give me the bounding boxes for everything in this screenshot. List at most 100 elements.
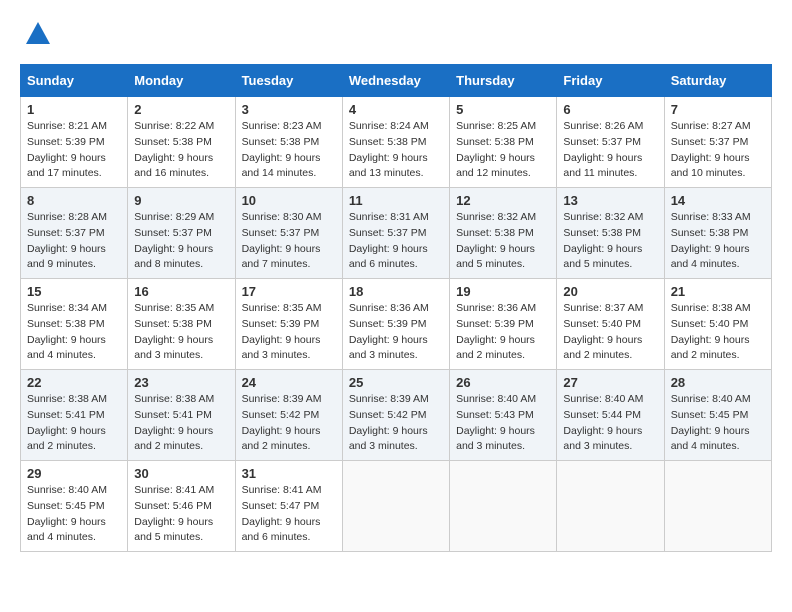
calendar-cell: 31 Sunrise: 8:41 AM Sunset: 5:47 PM Dayl… [235,461,342,552]
day-info: Sunrise: 8:31 AM Sunset: 5:37 PM Dayligh… [349,211,429,270]
calendar-cell: 22 Sunrise: 8:38 AM Sunset: 5:41 PM Dayl… [21,370,128,461]
logo [20,20,52,48]
day-info: Sunrise: 8:24 AM Sunset: 5:38 PM Dayligh… [349,120,429,179]
day-info: Sunrise: 8:38 AM Sunset: 5:40 PM Dayligh… [671,302,751,361]
day-number: 18 [349,284,443,299]
day-info: Sunrise: 8:34 AM Sunset: 5:38 PM Dayligh… [27,302,107,361]
day-number: 14 [671,193,765,208]
day-number: 11 [349,193,443,208]
day-number: 31 [242,466,336,481]
column-header-thursday: Thursday [450,65,557,97]
day-number: 20 [563,284,657,299]
day-info: Sunrise: 8:40 AM Sunset: 5:44 PM Dayligh… [563,393,643,452]
calendar-cell: 17 Sunrise: 8:35 AM Sunset: 5:39 PM Dayl… [235,279,342,370]
calendar-cell [557,461,664,552]
calendar-cell: 21 Sunrise: 8:38 AM Sunset: 5:40 PM Dayl… [664,279,771,370]
calendar-week-row: 1 Sunrise: 8:21 AM Sunset: 5:39 PM Dayli… [21,97,772,188]
calendar-cell: 8 Sunrise: 8:28 AM Sunset: 5:37 PM Dayli… [21,188,128,279]
day-number: 12 [456,193,550,208]
day-number: 13 [563,193,657,208]
day-info: Sunrise: 8:33 AM Sunset: 5:38 PM Dayligh… [671,211,751,270]
day-info: Sunrise: 8:41 AM Sunset: 5:46 PM Dayligh… [134,484,214,543]
calendar-week-row: 29 Sunrise: 8:40 AM Sunset: 5:45 PM Dayl… [21,461,772,552]
day-info: Sunrise: 8:27 AM Sunset: 5:37 PM Dayligh… [671,120,751,179]
day-info: Sunrise: 8:37 AM Sunset: 5:40 PM Dayligh… [563,302,643,361]
day-info: Sunrise: 8:22 AM Sunset: 5:38 PM Dayligh… [134,120,214,179]
day-number: 16 [134,284,228,299]
day-info: Sunrise: 8:32 AM Sunset: 5:38 PM Dayligh… [563,211,643,270]
day-info: Sunrise: 8:29 AM Sunset: 5:37 PM Dayligh… [134,211,214,270]
day-number: 10 [242,193,336,208]
day-number: 24 [242,375,336,390]
calendar-cell: 20 Sunrise: 8:37 AM Sunset: 5:40 PM Dayl… [557,279,664,370]
calendar-cell: 9 Sunrise: 8:29 AM Sunset: 5:37 PM Dayli… [128,188,235,279]
calendar-cell: 1 Sunrise: 8:21 AM Sunset: 5:39 PM Dayli… [21,97,128,188]
day-info: Sunrise: 8:38 AM Sunset: 5:41 PM Dayligh… [134,393,214,452]
calendar-cell: 15 Sunrise: 8:34 AM Sunset: 5:38 PM Dayl… [21,279,128,370]
day-info: Sunrise: 8:36 AM Sunset: 5:39 PM Dayligh… [349,302,429,361]
day-number: 1 [27,102,121,117]
calendar-cell: 23 Sunrise: 8:38 AM Sunset: 5:41 PM Dayl… [128,370,235,461]
day-number: 23 [134,375,228,390]
column-header-wednesday: Wednesday [342,65,449,97]
calendar-cell: 24 Sunrise: 8:39 AM Sunset: 5:42 PM Dayl… [235,370,342,461]
day-info: Sunrise: 8:35 AM Sunset: 5:38 PM Dayligh… [134,302,214,361]
day-info: Sunrise: 8:40 AM Sunset: 5:45 PM Dayligh… [671,393,751,452]
calendar-cell: 27 Sunrise: 8:40 AM Sunset: 5:44 PM Dayl… [557,370,664,461]
day-number: 15 [27,284,121,299]
day-number: 30 [134,466,228,481]
calendar-cell: 11 Sunrise: 8:31 AM Sunset: 5:37 PM Dayl… [342,188,449,279]
day-number: 3 [242,102,336,117]
day-number: 19 [456,284,550,299]
day-info: Sunrise: 8:36 AM Sunset: 5:39 PM Dayligh… [456,302,536,361]
column-header-tuesday: Tuesday [235,65,342,97]
day-number: 28 [671,375,765,390]
calendar-week-row: 8 Sunrise: 8:28 AM Sunset: 5:37 PM Dayli… [21,188,772,279]
calendar-cell [342,461,449,552]
calendar-cell: 16 Sunrise: 8:35 AM Sunset: 5:38 PM Dayl… [128,279,235,370]
column-header-friday: Friday [557,65,664,97]
day-info: Sunrise: 8:40 AM Sunset: 5:43 PM Dayligh… [456,393,536,452]
day-number: 5 [456,102,550,117]
calendar-week-row: 15 Sunrise: 8:34 AM Sunset: 5:38 PM Dayl… [21,279,772,370]
day-info: Sunrise: 8:25 AM Sunset: 5:38 PM Dayligh… [456,120,536,179]
page-header [20,20,772,48]
calendar-cell: 3 Sunrise: 8:23 AM Sunset: 5:38 PM Dayli… [235,97,342,188]
calendar-cell: 5 Sunrise: 8:25 AM Sunset: 5:38 PM Dayli… [450,97,557,188]
day-number: 27 [563,375,657,390]
day-info: Sunrise: 8:40 AM Sunset: 5:45 PM Dayligh… [27,484,107,543]
calendar-cell: 7 Sunrise: 8:27 AM Sunset: 5:37 PM Dayli… [664,97,771,188]
calendar-table: SundayMondayTuesdayWednesdayThursdayFrid… [20,64,772,552]
day-info: Sunrise: 8:39 AM Sunset: 5:42 PM Dayligh… [242,393,322,452]
day-info: Sunrise: 8:26 AM Sunset: 5:37 PM Dayligh… [563,120,643,179]
calendar-cell: 18 Sunrise: 8:36 AM Sunset: 5:39 PM Dayl… [342,279,449,370]
calendar-cell: 6 Sunrise: 8:26 AM Sunset: 5:37 PM Dayli… [557,97,664,188]
day-number: 25 [349,375,443,390]
day-number: 7 [671,102,765,117]
day-info: Sunrise: 8:39 AM Sunset: 5:42 PM Dayligh… [349,393,429,452]
day-number: 17 [242,284,336,299]
calendar-cell: 4 Sunrise: 8:24 AM Sunset: 5:38 PM Dayli… [342,97,449,188]
day-number: 6 [563,102,657,117]
day-number: 22 [27,375,121,390]
calendar-week-row: 22 Sunrise: 8:38 AM Sunset: 5:41 PM Dayl… [21,370,772,461]
calendar-header-row: SundayMondayTuesdayWednesdayThursdayFrid… [21,65,772,97]
calendar-cell: 19 Sunrise: 8:36 AM Sunset: 5:39 PM Dayl… [450,279,557,370]
day-info: Sunrise: 8:28 AM Sunset: 5:37 PM Dayligh… [27,211,107,270]
calendar-cell: 10 Sunrise: 8:30 AM Sunset: 5:37 PM Dayl… [235,188,342,279]
day-number: 2 [134,102,228,117]
column-header-sunday: Sunday [21,65,128,97]
column-header-saturday: Saturday [664,65,771,97]
day-info: Sunrise: 8:21 AM Sunset: 5:39 PM Dayligh… [27,120,107,179]
calendar-cell [664,461,771,552]
day-info: Sunrise: 8:41 AM Sunset: 5:47 PM Dayligh… [242,484,322,543]
day-info: Sunrise: 8:35 AM Sunset: 5:39 PM Dayligh… [242,302,322,361]
logo-icon [24,20,52,48]
day-info: Sunrise: 8:32 AM Sunset: 5:38 PM Dayligh… [456,211,536,270]
calendar-cell: 25 Sunrise: 8:39 AM Sunset: 5:42 PM Dayl… [342,370,449,461]
calendar-cell [450,461,557,552]
day-number: 4 [349,102,443,117]
calendar-cell: 28 Sunrise: 8:40 AM Sunset: 5:45 PM Dayl… [664,370,771,461]
day-info: Sunrise: 8:30 AM Sunset: 5:37 PM Dayligh… [242,211,322,270]
day-number: 26 [456,375,550,390]
